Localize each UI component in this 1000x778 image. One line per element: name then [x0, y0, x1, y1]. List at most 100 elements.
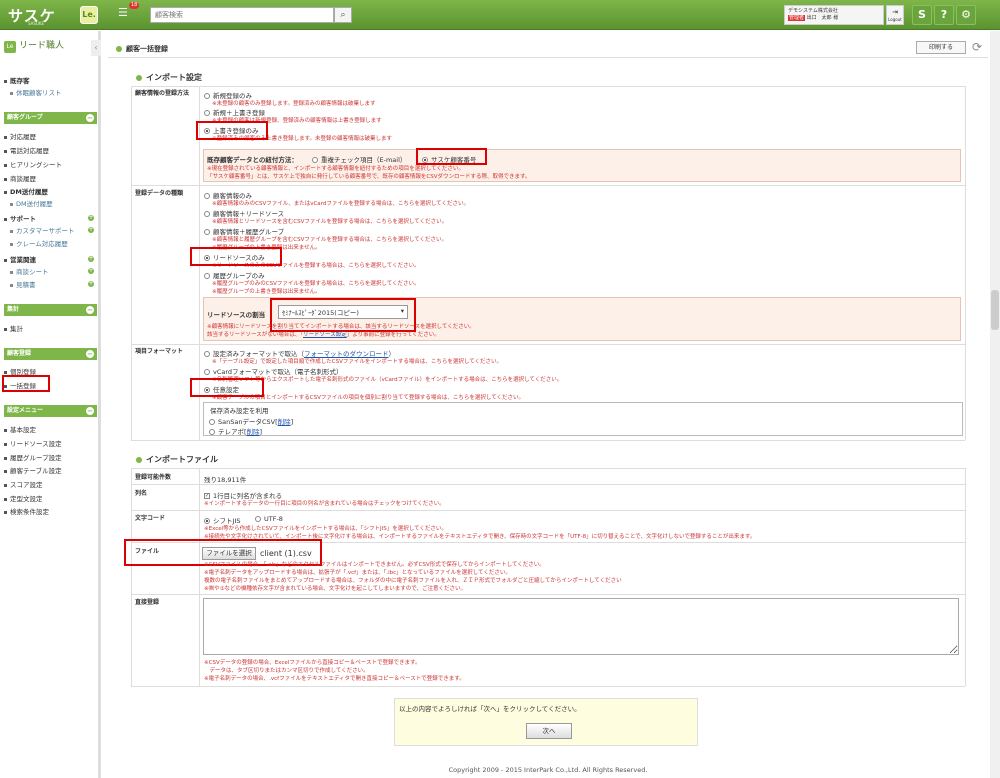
- count-value: 残り18,911件: [204, 476, 247, 484]
- header-row-note: ※インポートするデータの一行目に項目の列名が含まれている場合はチェックをつけてく…: [204, 501, 445, 507]
- sasuke-icon[interactable]: S: [912, 5, 932, 25]
- format-note: ※名刺管理ソフト等からエクスポートした電子名刺形式のファイル（vCardファイル…: [212, 377, 563, 383]
- row-divider: [131, 468, 965, 469]
- direct-input-textarea[interactable]: [203, 598, 959, 655]
- logout-button[interactable]: ⇥ Logout: [886, 5, 904, 25]
- collapse-icon: −: [86, 306, 94, 314]
- saved-settings-label: 保存済み設定を利用: [210, 407, 269, 415]
- search-button[interactable]: ⌕: [334, 7, 352, 23]
- row-divider: [131, 484, 965, 485]
- saved-setting-item[interactable]: テレアポ[削除]: [209, 426, 262, 436]
- expand-icon[interactable]: +: [88, 281, 94, 287]
- sidebar-item[interactable]: ヒアリングシート: [4, 159, 62, 169]
- sidebar-subitem[interactable]: クレーム対応履歴: [10, 238, 68, 248]
- row-divider: [131, 594, 965, 595]
- lead-assign-label: リードソースの割当: [207, 311, 266, 319]
- sidebar-item-sales[interactable]: 営業関連: [4, 254, 36, 264]
- row-divider: [131, 510, 965, 511]
- app-logo-sub: SASUKE: [28, 21, 44, 26]
- table-border: [131, 468, 132, 686]
- table-border: [199, 468, 200, 686]
- expand-icon[interactable]: +: [88, 227, 94, 233]
- top-header: サスケ SASUKE Le. ☰ 18 ⌕ デモシステム株式会社 管理者 出口 …: [0, 0, 1000, 30]
- link-option-email[interactable]: 重複チェック項目（E-mail）: [312, 154, 406, 164]
- sidebar-item[interactable]: 顧客テーブル設定: [4, 465, 62, 475]
- sidebar-subitem[interactable]: 商談シート: [10, 266, 49, 276]
- sidebar-item-dm[interactable]: DM送付履歴: [4, 186, 48, 196]
- sidebar-section-settings[interactable]: 設定メニュー −: [4, 405, 97, 417]
- confirm-message: 以上の内容でよろしければ「次へ」をクリックしてください。: [399, 705, 581, 713]
- user-box: デモシステム株式会社 管理者 出口 太郎 様: [784, 5, 884, 25]
- direct-note: ※CSVデータの登録の場合、Excelファイルから直接コピー＆ペーストで登録でき…: [204, 660, 421, 666]
- highlight-box: [190, 247, 282, 266]
- sidebar-item-dormant[interactable]: 休眠顧客リスト: [10, 87, 62, 97]
- sidebar-item[interactable]: 対応履歴: [4, 131, 36, 141]
- saved-settings-box: [203, 402, 963, 436]
- sidebar-section-group[interactable]: 顧客グループ −: [4, 112, 97, 124]
- lead-setting-link[interactable]: リードソース設定: [303, 332, 347, 338]
- expand-icon[interactable]: +: [88, 268, 94, 274]
- sidebar-subitem[interactable]: カスタマーサポート: [10, 225, 74, 235]
- direct-label: 直接登録: [135, 599, 160, 606]
- sidebar-item[interactable]: 集計: [4, 323, 23, 333]
- sidebar-section-register[interactable]: 顧客登録 −: [4, 348, 97, 360]
- expand-icon[interactable]: +: [88, 256, 94, 262]
- page-scrollbar[interactable]: [990, 31, 1000, 778]
- data-type-note: ※履歴グループのみのCSVファイルを登録する場合は、こちらを選択してください。: [212, 281, 420, 287]
- file-select-button[interactable]: ファイルを選択: [202, 547, 256, 560]
- help-icon[interactable]: ?: [934, 5, 954, 25]
- collapse-icon: −: [86, 114, 94, 122]
- data-type-note: ※顧客情報と履歴グループを含むCSVファイルを登録する場合は、こちらを選択してく…: [212, 237, 448, 243]
- file-note: ※CSVファイルの場合、「.xls」などのエクセルファイルはインポートできません…: [204, 562, 545, 568]
- sidebar-item-support[interactable]: サポート: [4, 213, 36, 223]
- sidebar-item-existing[interactable]: 既存客: [4, 75, 30, 85]
- search-icon: ⌕: [340, 10, 346, 20]
- page-title-bar: 顧客一括登録 印刷する ⟳: [108, 38, 988, 58]
- data-type-note: ※顧客情報とリードソースを含むCSVファイルを登録する場合は、こちらを選択してく…: [212, 219, 448, 225]
- page-title: 顧客一括登録: [116, 44, 168, 54]
- scrollbar-thumb[interactable]: [991, 290, 999, 330]
- company-name: デモシステム株式会社: [788, 8, 838, 14]
- selected-file-name: client (1).csv: [260, 549, 312, 558]
- saved-setting-item[interactable]: SanSanデータCSV[削除]: [209, 416, 293, 426]
- logout-icon: ⇥: [892, 8, 898, 16]
- sidebar-title: Le リード職人: [0, 38, 92, 58]
- highlight-box: [2, 375, 50, 392]
- le-badge[interactable]: Le.: [80, 6, 98, 24]
- encoding-option-utf8[interactable]: UTF-8: [255, 515, 283, 523]
- row-divider: [131, 440, 965, 441]
- sidebar-item[interactable]: リードソース設定: [4, 438, 62, 448]
- print-button[interactable]: 印刷する: [916, 41, 966, 54]
- encoding-note: ※Excel等から作成したCSVファイルをインポートする場合は、「シフトJIS」…: [204, 526, 447, 532]
- sidebar-item[interactable]: 電話対応履歴: [4, 145, 49, 155]
- sidebar-item[interactable]: 履歴グループ設定: [4, 452, 62, 462]
- customer-search-input[interactable]: [150, 7, 334, 23]
- row-divider: [131, 686, 965, 687]
- sidebar-section-total[interactable]: 集計 −: [4, 304, 97, 316]
- sidebar-item[interactable]: 基本設定: [4, 424, 36, 434]
- sidebar-subitem[interactable]: 見積書: [10, 279, 36, 289]
- method-note: ※未登録の顧客のみ登録します。登録済みの顧客情報は破棄します: [212, 101, 376, 107]
- sidebar-item[interactable]: スコア設定: [4, 479, 43, 489]
- table-border: [965, 468, 966, 686]
- row-divider: [131, 86, 965, 87]
- format-label: 項目フォーマット: [135, 348, 184, 355]
- expand-icon[interactable]: +: [88, 215, 94, 221]
- sidebar-item[interactable]: 検索条件設定: [4, 506, 49, 516]
- format-note: ※「テーブル設定」で設定した項目順で作成したCSVファイルをインポートする場合は…: [212, 359, 503, 365]
- link-note: 「サスケ顧客番号」とは、サスケ上で独自に発行している顧客番号で、既存の顧客情報を…: [207, 174, 531, 180]
- sidebar-item[interactable]: 商談履歴: [4, 173, 36, 183]
- notification-count: 18: [129, 2, 140, 9]
- delete-link[interactable]: 削除: [247, 428, 260, 436]
- data-type-note: ※顧客情報のみのCSVファイル、またはvCardファイルを登録する場合は、こちら…: [212, 201, 469, 207]
- sidebar-subitem-dm[interactable]: DM送付履歴: [10, 198, 53, 208]
- sidebar-collapse-button[interactable]: ‹: [91, 40, 101, 56]
- gear-icon[interactable]: ⚙: [956, 5, 976, 25]
- header-row-label: 列名: [135, 490, 148, 497]
- sidebar-item[interactable]: 定型文設定: [4, 493, 43, 503]
- table-border: [965, 86, 966, 440]
- refresh-icon[interactable]: ⟳: [972, 40, 982, 54]
- direct-note: ※電子名刺データの場合、.vcfファイルをテキストエディタで開き直接コピー＆ペー…: [204, 676, 465, 682]
- next-button[interactable]: 次へ: [526, 723, 572, 739]
- delete-link[interactable]: 削除: [278, 418, 291, 426]
